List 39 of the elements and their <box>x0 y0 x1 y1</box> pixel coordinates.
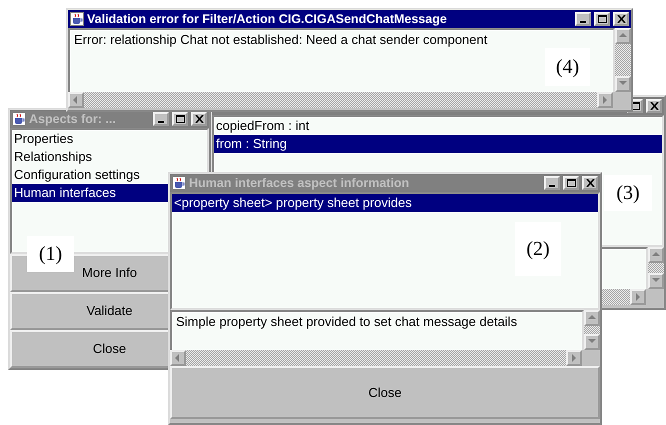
close-button[interactable] <box>646 99 662 113</box>
list-item[interactable]: copiedFrom : int <box>214 117 662 135</box>
close-button[interactable]: Close <box>170 366 600 419</box>
close-icon <box>586 179 594 187</box>
close-icon <box>616 15 626 23</box>
close-button[interactable] <box>613 12 629 26</box>
close-button[interactable] <box>582 176 598 190</box>
window-title: Aspects for: ... <box>29 110 117 128</box>
minimize-button[interactable] <box>153 112 169 126</box>
right-arrow-icon <box>600 95 610 105</box>
scrollbar[interactable] <box>615 28 631 92</box>
maximize-button[interactable] <box>172 112 188 126</box>
scrollbar[interactable] <box>68 92 613 108</box>
scrollbar[interactable] <box>648 247 664 289</box>
close-icon <box>194 115 204 123</box>
callout-label: (2) <box>515 222 561 276</box>
maximize-icon <box>176 115 184 123</box>
minimize-button[interactable] <box>544 176 560 190</box>
list-item[interactable]: <property sheet> property sheet provides <box>172 194 598 212</box>
close-icon <box>650 102 658 110</box>
text-area[interactable]: Simple property sheet provided to set chat message details <box>170 310 584 350</box>
maximize-button[interactable] <box>563 176 579 190</box>
callout-label: (3) <box>604 175 652 211</box>
minimize-button[interactable] <box>575 12 591 26</box>
maximize-button[interactable] <box>594 12 610 26</box>
callout-label: (4) <box>545 48 590 86</box>
list-item[interactable]: Relationships <box>12 148 207 166</box>
window-title: Validation error for Filter/Action CIG.CIGASendChatMessage <box>87 10 448 28</box>
list-item[interactable]: Properties <box>12 130 207 148</box>
maximize-icon <box>566 179 576 187</box>
right-arrow-icon <box>569 353 579 363</box>
scrollbar[interactable] <box>584 310 600 350</box>
callout-label: (1) <box>27 236 74 272</box>
close-button[interactable] <box>191 112 207 126</box>
right-arrow-icon <box>633 292 643 302</box>
scrollbar[interactable] <box>170 350 582 366</box>
list-item[interactable]: from : String <box>214 135 662 153</box>
cup-icon <box>70 12 84 26</box>
maximize-icon <box>598 15 606 23</box>
